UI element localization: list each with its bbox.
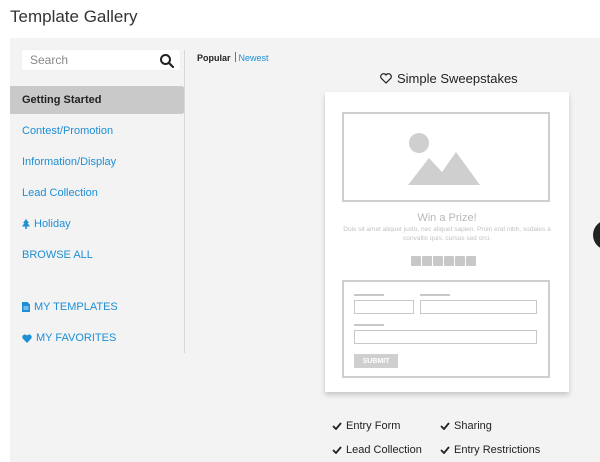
last-name-field [420,300,537,314]
nav-item-label: Getting Started [22,94,102,106]
nav-item-contest-promotion[interactable]: Contest/Promotion [10,117,185,145]
heart-outline-icon[interactable] [380,73,392,84]
submit-button: SUBMIT [354,354,398,368]
nav-item-label: MY TEMPLATES [34,301,118,313]
feature-label: Entry Restrictions [454,444,541,456]
sort-separator [234,52,236,62]
nav-item-getting-started[interactable]: Getting Started [10,86,185,114]
pinterest-icon [444,256,454,266]
nav-item-lead-collection[interactable]: Lead Collection [10,179,185,207]
search-icon[interactable] [159,53,175,69]
preview-body-text: Duis sit amet aliquet justo, nec aliquet… [343,226,551,242]
field-label-bar [420,294,450,296]
template-title: Simple Sweepstakes [380,71,518,86]
checkmark-icon [332,422,342,430]
share-icon [411,256,421,266]
field-label-bar [354,294,384,296]
nav-item-label: MY FAVORITES [36,332,117,344]
facebook-icon [422,256,432,266]
share-icons [411,256,476,266]
image-placeholder-icon [408,133,480,185]
search-box[interactable] [21,49,181,71]
next-arrow-button[interactable] [593,220,600,250]
tree-icon [22,219,30,229]
search-input[interactable] [30,53,150,67]
nav-item-my-favorites[interactable]: MY FAVORITES [10,324,185,352]
nav-item-label: Contest/Promotion [22,125,114,137]
nav-item-my-templates[interactable]: MY TEMPLATES [10,293,185,321]
nav-item-holiday[interactable]: Holiday [10,210,185,238]
checkmark-icon [440,446,450,454]
feature-label: Lead Collection [346,444,422,456]
field-label-bar [354,324,384,326]
sort-options: Popular Newest [197,52,269,63]
feature-item: Lead Collection [332,444,422,456]
google-plus-icon [455,256,465,266]
preview-heading: Win a Prize! [417,212,477,224]
nav-item-label: Holiday [34,218,71,230]
document-icon [22,302,30,312]
nav-item-label: Lead Collection [22,187,98,199]
image-placeholder [342,112,550,202]
checkmark-icon [332,446,342,454]
sort-newest[interactable]: Newest [239,53,269,63]
linkedin-icon [466,256,476,266]
feature-item: Entry Restrictions [440,444,540,456]
nav-item-label: Information/Display [22,156,117,168]
feature-label: Entry Form [346,420,401,432]
template-gallery-panel: Getting Started Contest/Promotion Inform… [10,38,600,462]
first-name-field [354,300,414,314]
email-field [354,330,537,344]
nav-item-label: BROWSE ALL [22,249,93,261]
heart-icon [22,334,32,343]
nav-divider [184,50,185,353]
feature-item: Entry Form [332,420,400,432]
template-title-text: Simple Sweepstakes [397,71,518,86]
feature-item: Sharing [440,420,492,432]
nav-item-browse-all[interactable]: BROWSE ALL [10,241,185,269]
checkmark-icon [440,422,450,430]
entry-form-preview: SUBMIT [342,280,550,378]
twitter-icon [433,256,443,266]
nav-item-information-display[interactable]: Information/Display [10,148,185,176]
sort-popular[interactable]: Popular [197,53,231,63]
template-preview-card[interactable]: Win a Prize! Duis sit amet aliquet justo… [325,92,569,392]
feature-label: Sharing [454,420,492,432]
page-title: Template Gallery [10,7,138,26]
